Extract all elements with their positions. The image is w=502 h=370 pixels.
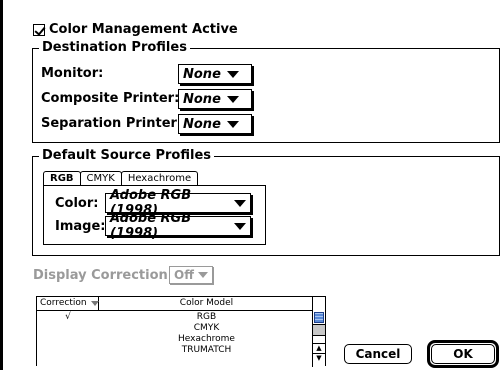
source-image-label: Image: — [55, 219, 106, 234]
separation-printer-value: None — [183, 116, 221, 132]
ok-button-default-ring: OK — [427, 340, 499, 368]
separation-printer-label: Separation Printer: — [41, 116, 183, 131]
monitor-label: Monitor: — [41, 66, 104, 81]
color-management-checkbox[interactable] — [33, 23, 45, 36]
composite-printer-value: None — [183, 91, 221, 107]
row-check — [37, 323, 99, 334]
color-management-row[interactable]: Color Management Active — [33, 22, 238, 37]
chevron-down-icon — [226, 95, 239, 103]
scroll-thumb[interactable] — [313, 324, 325, 336]
table-row[interactable]: TRUMATCH — [37, 345, 314, 356]
scroll-up-arrow-icon[interactable]: ▲ — [313, 343, 325, 353]
table-row[interactable]: √ RGB — [37, 312, 314, 323]
row-model: RGB — [196, 312, 217, 322]
source-tabs: RGB CMYK Hexachrome — [43, 171, 199, 186]
color-management-window: Color Management Active Destination Prof… — [0, 0, 502, 370]
row-check: √ — [65, 312, 71, 322]
chevron-down-icon — [226, 120, 239, 128]
row-model: Hexachrome — [178, 334, 235, 344]
correction-column-header[interactable]: Correction — [37, 297, 99, 310]
display-correction-popup[interactable]: Off — [169, 266, 213, 284]
color-model-column-header: Color Model — [179, 298, 234, 308]
source-image-popup[interactable]: Adobe RGB (1998) — [105, 211, 251, 241]
chevron-down-icon — [234, 199, 246, 207]
source-profiles-title: Default Source Profiles — [39, 148, 215, 164]
row-check — [37, 345, 99, 356]
source-color-popup[interactable]: Adobe RGB (1998) — [105, 188, 251, 218]
cancel-button[interactable]: Cancel — [344, 344, 412, 364]
color-management-label: Color Management Active — [49, 22, 238, 37]
color-model-table: Correction Color Model √ RGB CMYK Hexach… — [36, 296, 326, 367]
table-row[interactable]: CMYK — [37, 323, 314, 334]
tab-cmyk[interactable]: CMYK — [79, 171, 122, 186]
table-rows: √ RGB CMYK Hexachrome TRUMATCH — [37, 312, 314, 356]
ok-button[interactable]: OK — [431, 344, 495, 364]
destination-profiles-title: Destination Profiles — [39, 40, 190, 56]
scroll-track-highlight — [314, 312, 324, 323]
source-image-value: Adobe RGB (1998) — [110, 211, 192, 241]
row-model: CMYK — [193, 323, 220, 333]
table-row[interactable]: Hexachrome — [37, 334, 314, 345]
monitor-value: None — [183, 66, 221, 82]
correction-header-label: Correction — [40, 298, 87, 308]
chevron-down-icon — [226, 70, 239, 78]
row-model: TRUMATCH — [181, 345, 232, 355]
vertical-scrollbar[interactable]: ▲ ▼ — [312, 297, 325, 367]
display-correction-label: Display Correction: — [33, 268, 173, 283]
source-color-label: Color: — [55, 196, 99, 211]
composite-printer-popup[interactable]: None — [178, 89, 252, 109]
table-header: Correction Color Model — [37, 297, 314, 311]
chevron-down-icon — [197, 272, 208, 278]
display-correction-value: Off — [174, 268, 194, 282]
monitor-popup[interactable]: None — [178, 64, 252, 84]
row-check — [37, 334, 99, 345]
scroll-down-arrow-icon[interactable]: ▼ — [313, 353, 325, 363]
chevron-down-icon — [90, 301, 99, 306]
tab-rgb[interactable]: RGB — [43, 171, 81, 186]
composite-printer-label: Composite Printer: — [41, 91, 180, 106]
separation-printer-popup[interactable]: None — [178, 114, 252, 134]
tab-hexachrome[interactable]: Hexachrome — [120, 171, 199, 186]
chevron-down-icon — [234, 222, 246, 230]
